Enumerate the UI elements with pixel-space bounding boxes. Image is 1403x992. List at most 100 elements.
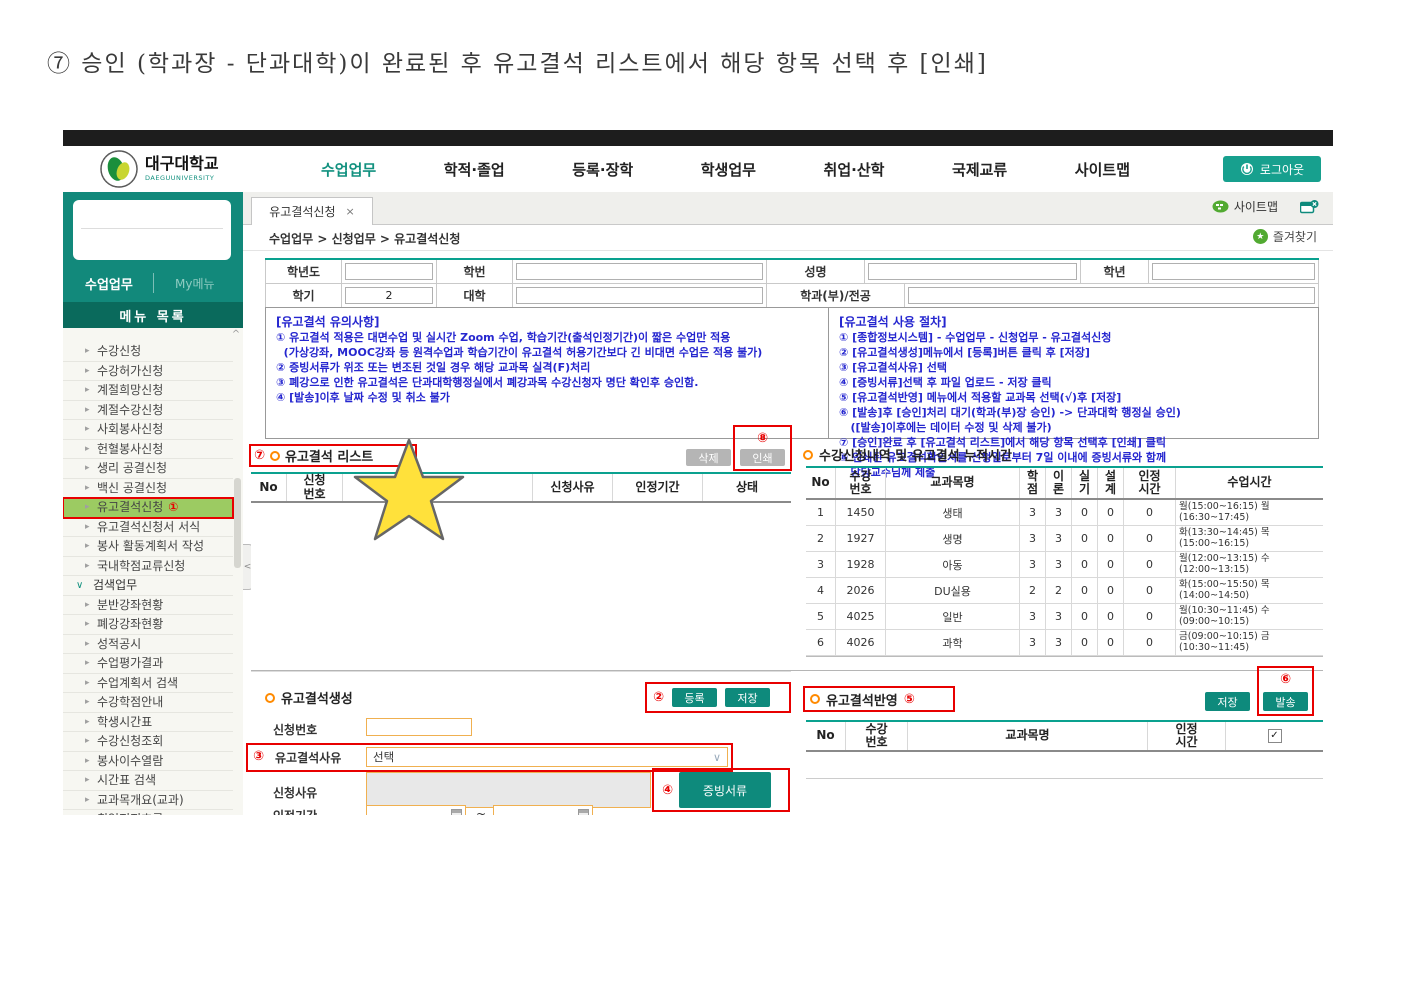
sidebar-item-유고결석신청서 서식[interactable]: ▸유고결석신청서 서식 [63, 518, 233, 538]
period-end-input[interactable] [493, 805, 593, 815]
sitemap-link[interactable]: 사이트맵 [1212, 198, 1278, 215]
table-cell: 0 [1072, 526, 1098, 551]
notice-cautions-title: [유고결석 유의사항] [276, 313, 818, 330]
table-cell: 0 [1098, 526, 1124, 551]
nav-item-수업업무[interactable]: 수업업무 [321, 159, 376, 180]
nav-item-학생업무[interactable]: 학생업무 [701, 159, 756, 180]
chevron-right-icon: ▸ [85, 596, 90, 616]
calendar-icon[interactable] [451, 809, 462, 816]
calendar-icon[interactable] [578, 809, 589, 816]
nav-item-등록·장학[interactable]: 등록·장학 [572, 159, 633, 180]
tab-close-icon[interactable]: × [346, 205, 355, 218]
col-recognized-hours: 인정 시간 [1148, 722, 1226, 750]
table-row[interactable]: 64026과학33000금(09:00~10:15) 금(10:30~11:45… [806, 630, 1323, 656]
nav-item-학적·졸업[interactable]: 학적·졸업 [444, 159, 505, 180]
year-input[interactable] [345, 263, 433, 280]
nav-item-사이트맵[interactable]: 사이트맵 [1075, 159, 1130, 180]
sidebar-item-성적공시[interactable]: ▸성적공시 [63, 635, 233, 655]
sidebar-item-수업평가결과[interactable]: ▸수업평가결과 [63, 654, 233, 674]
annotation-2: ② [653, 690, 664, 705]
col-credit: 학 점 [1020, 468, 1046, 498]
register-button[interactable]: 등록 [672, 688, 717, 707]
create-title-text: 유고결석생성 [281, 688, 353, 707]
sidebar-item-수강신청조회[interactable]: ▸수강신청조회 [63, 732, 233, 752]
sidebar-tab-course[interactable]: 수업업무 [85, 274, 133, 293]
table-row[interactable]: 21927생명33000화(13:30~14:45) 목(15:00~16:15… [806, 526, 1323, 552]
sidebar-item-검색업무[interactable]: ∨검색업무 [63, 576, 233, 596]
sidebar-item-label: 폐강강좌현황 [97, 617, 163, 631]
table-cell: 0 [1098, 630, 1124, 655]
sidebar-item-수강학점안내[interactable]: ▸수강학점안내 [63, 693, 233, 713]
table-row[interactable]: 11450생태33000월(15:00~16:15) 월(16:30~17:45… [806, 500, 1323, 526]
save-button[interactable]: 저장 [725, 688, 770, 707]
sidebar-tab-my[interactable]: My메뉴 [175, 275, 215, 292]
grade-input[interactable] [1152, 263, 1315, 280]
nav-item-취업·산학[interactable]: 취업·산학 [824, 159, 885, 180]
chevron-right-icon: ▸ [85, 557, 90, 577]
sidebar-item-봉사이수열람[interactable]: ▸봉사이수열람 [63, 752, 233, 772]
sidebar-item-폐강강좌현황[interactable]: ▸ 폐강강좌현황 [63, 615, 233, 635]
sidebar-item-수강신청[interactable]: ▸수강신청 [63, 342, 233, 362]
chevron-right-icon: ▸ [85, 401, 90, 421]
section-bullet-icon [265, 693, 275, 703]
student-no-label: 학번 [437, 260, 513, 283]
grade-field-cell [1149, 260, 1319, 283]
chevron-right-icon: ▸ [85, 635, 90, 655]
period-start-input[interactable] [366, 805, 466, 815]
sidebar-item-학생시간표[interactable]: ▸학생시간표 [63, 713, 233, 733]
table-cell: 월(12:00~13:15) 수(12:00~13:15) [1176, 552, 1323, 577]
semester-input[interactable]: 2 [345, 287, 433, 304]
delete-button[interactable]: 삭제 [686, 449, 731, 466]
form-row-1: 학년도 학번 성명 학년 [265, 260, 1319, 284]
sidebar-item-국내학점교류신청[interactable]: ▸국내학점교류신청 [63, 557, 233, 577]
major-input[interactable] [908, 287, 1315, 304]
col-recognized-hours: 인정 시간 [1124, 468, 1176, 498]
sidebar-item-취업전진흐름[interactable]: ▸취업전진흐름 [63, 810, 233, 815]
sidebar-item-시간표 검색[interactable]: ▸시간표 검색 [63, 771, 233, 791]
sidebar-item-유고결석신청[interactable]: ▸유고결석신청① [63, 498, 233, 518]
send-annotation-box: ⑥ [1257, 666, 1314, 716]
select-all-checkbox[interactable]: ✓ [1268, 729, 1282, 743]
sidebar-item-헌혈봉사신청[interactable]: ▸헌혈봉사신청 [63, 440, 233, 460]
request-no-input[interactable] [366, 718, 472, 736]
logo-text: 대구대학교 DAEGUUNIVERSITY [145, 156, 219, 182]
sidebar-item-백신 공결신청[interactable]: ▸백신 공결신청 [63, 479, 233, 499]
profile-card-divider [81, 228, 223, 229]
favorite-link[interactable]: ★ 즐겨찾기 [1253, 228, 1317, 245]
col-select-all: ✓ [1226, 722, 1323, 750]
sidebar-item-수강허가신청[interactable]: ▸수강허가신청 [63, 362, 233, 382]
absence-reason-select[interactable]: 선택 ∨ [366, 747, 728, 767]
request-reason-textarea[interactable] [366, 772, 651, 808]
chevron-right-icon: ▸ [85, 615, 90, 635]
nav-item-국제교류[interactable]: 국제교류 [952, 159, 1007, 180]
attach-documents-button[interactable]: 증빙서류 [679, 772, 771, 808]
annotation-6: ⑥ [1280, 672, 1291, 687]
sidebar-item-교과목개요(교과)[interactable]: ▸교과목개요(교과) [63, 791, 233, 811]
notice-cautions-body: ① 유고결석 적용은 대면수업 및 실시간 Zoom 수업, 학습기간(출석인정… [276, 331, 818, 406]
sidebar-item-수업계획서 검색[interactable]: ▸수업계획서 검색 [63, 674, 233, 694]
tab-absence-application[interactable]: 유고결석신청 × [251, 197, 373, 225]
sidebar-item-계절수강신청[interactable]: ▸계절수강신청 [63, 401, 233, 421]
col-no: No [806, 468, 836, 498]
table-row[interactable]: 54025일반33000월(10:30~11:45) 수(09:00~10:15… [806, 604, 1323, 630]
sidebar-scrollbar[interactable] [234, 478, 241, 568]
sidebar-item-계절희망신청[interactable]: ▸계절희망신청 [63, 381, 233, 401]
sidebar-item-봉사 활동계획서 작성[interactable]: ▸봉사 활동계획서 작성 [63, 537, 233, 557]
table-cell: 금(09:00~10:15) 금(10:30~11:45) [1176, 630, 1323, 655]
sidebar-item-label: 수강신청조회 [97, 734, 163, 748]
table-row[interactable]: 31928아동33000월(12:00~13:15) 수(12:00~13:15… [806, 552, 1323, 578]
scroll-up-icon[interactable]: ^ [230, 329, 242, 341]
apply-save-button[interactable]: 저장 [1205, 692, 1250, 711]
logout-button[interactable]: 로그아웃 [1223, 156, 1321, 182]
table-row[interactable]: 42026DU실용22000화(15:00~15:50) 목(14:00~14:… [806, 578, 1323, 604]
sidebar-item-분반강좌현황[interactable]: ▸분반강좌현황 [63, 596, 233, 616]
sidebar-item-생리 공결신청[interactable]: ▸생리 공결신청 [63, 459, 233, 479]
college-input[interactable] [516, 287, 763, 304]
table-cell: 3 [1020, 526, 1046, 551]
university-logo[interactable]: 대구대학교 DAEGUUNIVERSITY [99, 148, 219, 190]
student-no-input[interactable] [516, 263, 763, 280]
chevron-right-icon: ▸ [85, 791, 90, 811]
close-all-tabs-icon[interactable] [1300, 200, 1319, 214]
name-input[interactable] [868, 263, 1077, 280]
sidebar-item-사회봉사신청[interactable]: ▸사회봉사신청 [63, 420, 233, 440]
